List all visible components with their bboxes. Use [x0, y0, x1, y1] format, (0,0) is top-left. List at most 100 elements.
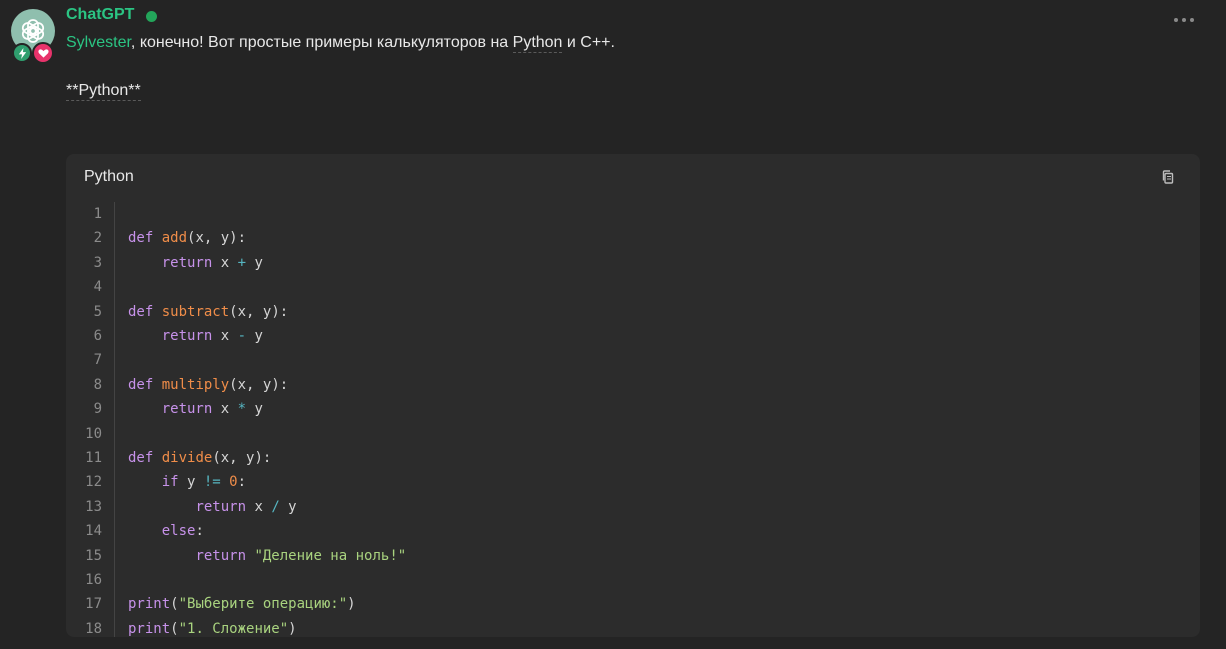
line-number: 1	[93, 206, 102, 222]
code-token: :	[195, 523, 204, 540]
line-number: 7	[93, 352, 102, 369]
code-text: def divide(x, y):	[128, 450, 271, 466]
code-token: *	[237, 401, 247, 418]
code-token: y	[246, 401, 263, 418]
code-token: else	[161, 523, 196, 540]
code-token: if	[161, 474, 179, 491]
more-options-button[interactable]	[1170, 10, 1198, 30]
line-number: 13	[85, 498, 102, 515]
code-block: Python 1 2 def add(x, y): 3 return x + y45d…	[66, 154, 1200, 637]
code-token: (x, y):	[229, 376, 289, 393]
copy-icon	[1162, 170, 1174, 184]
code-line: 5 def subtract(x, y):	[66, 300, 1200, 324]
dot-icon	[1182, 18, 1186, 22]
line-number: 16	[85, 572, 102, 588]
lightning-badge-icon	[12, 43, 32, 63]
user-mention[interactable]: Sylvester	[66, 34, 131, 51]
code-token: divide	[161, 450, 213, 466]
code-token: def	[128, 450, 154, 466]
author-name[interactable]: ChatGPT	[66, 6, 134, 24]
code-line: 18 print("1. Сложение")	[66, 617, 1200, 637]
line-number: 10	[85, 425, 102, 442]
code-token: return	[161, 254, 213, 271]
code-token: "Деление на ноль!"	[254, 547, 407, 564]
code-token: +	[237, 254, 247, 271]
code-text: def multiply(x, y):	[128, 377, 288, 393]
code-token: "1. Сложение"	[178, 620, 289, 637]
message-heading: **Python**	[66, 82, 141, 101]
code-token: return	[195, 547, 247, 564]
code-token: (x, y):	[229, 303, 289, 320]
line-number: 4	[93, 279, 102, 296]
code-line: 2 def add(x, y):	[66, 226, 1200, 250]
code-line: 7	[66, 348, 1200, 372]
code-token: :	[237, 474, 247, 491]
message-text-part: , конечно! Вот простые примеры калькулят…	[130, 34, 513, 51]
code-text: print("Выберите операцию:")	[128, 596, 356, 612]
code-token: (x, y):	[212, 450, 272, 466]
code-line: 6 return x - y	[66, 324, 1200, 348]
message-text-part: и C++.	[562, 34, 615, 51]
code-line: 8 def multiply(x, y):	[66, 373, 1200, 397]
code-text: return "Деление на ноль!"	[128, 548, 406, 564]
code-line: 9 return x * y	[66, 397, 1200, 421]
code-line: 10	[66, 422, 1200, 446]
line-number: 9	[93, 401, 102, 418]
code-token: return	[161, 401, 213, 418]
code-token: y	[279, 498, 297, 515]
code-token: "Выберите операцию:"	[178, 596, 348, 613]
code-language-label: Python	[84, 168, 134, 185]
code-token: return	[161, 328, 213, 344]
code-token: multiply	[161, 376, 230, 393]
code-text: return x - y	[128, 328, 263, 344]
python-heading: **Python**	[66, 82, 141, 101]
line-number: 15	[85, 547, 102, 564]
line-number: 11	[85, 450, 102, 466]
code-token: -	[237, 328, 247, 344]
code-token: y	[178, 474, 204, 491]
code-token: def	[128, 230, 154, 247]
code-line: 3 return x + y	[66, 251, 1200, 275]
code-token: (	[170, 596, 179, 613]
line-number: 8	[93, 376, 102, 393]
copy-code-button[interactable]	[1159, 168, 1177, 186]
code-token: /	[271, 498, 280, 515]
heart-badge-icon	[32, 42, 54, 64]
message-text: Sylvester, конечно! Вот простые примеры …	[66, 34, 615, 53]
line-number: 5	[93, 303, 102, 320]
code-line: 1	[66, 202, 1200, 226]
code-line: 12 if y != 0:	[66, 470, 1200, 494]
code-token: (x, y):	[187, 230, 247, 247]
line-number: 12	[85, 474, 102, 491]
code-line: 13 return x / y	[66, 495, 1200, 519]
code-token: def	[128, 376, 154, 393]
code-token: subtract	[161, 303, 230, 320]
code-text: return x + y	[128, 255, 263, 271]
code-token: return	[195, 498, 247, 515]
code-text: print("1. Сложение")	[128, 621, 297, 637]
code-token: print	[128, 596, 171, 613]
code-token: y	[246, 328, 263, 344]
code-token: x	[212, 328, 238, 344]
code-token: !=	[203, 474, 221, 491]
code-token: y	[246, 254, 263, 271]
code-token: x	[212, 254, 238, 271]
code-token: def	[128, 303, 154, 320]
line-number: 2	[93, 230, 102, 247]
line-number: 3	[93, 254, 102, 271]
dot-icon	[1174, 18, 1178, 22]
dot-icon	[1190, 18, 1194, 22]
code-token: )	[288, 620, 297, 637]
code-line: 4	[66, 275, 1200, 299]
